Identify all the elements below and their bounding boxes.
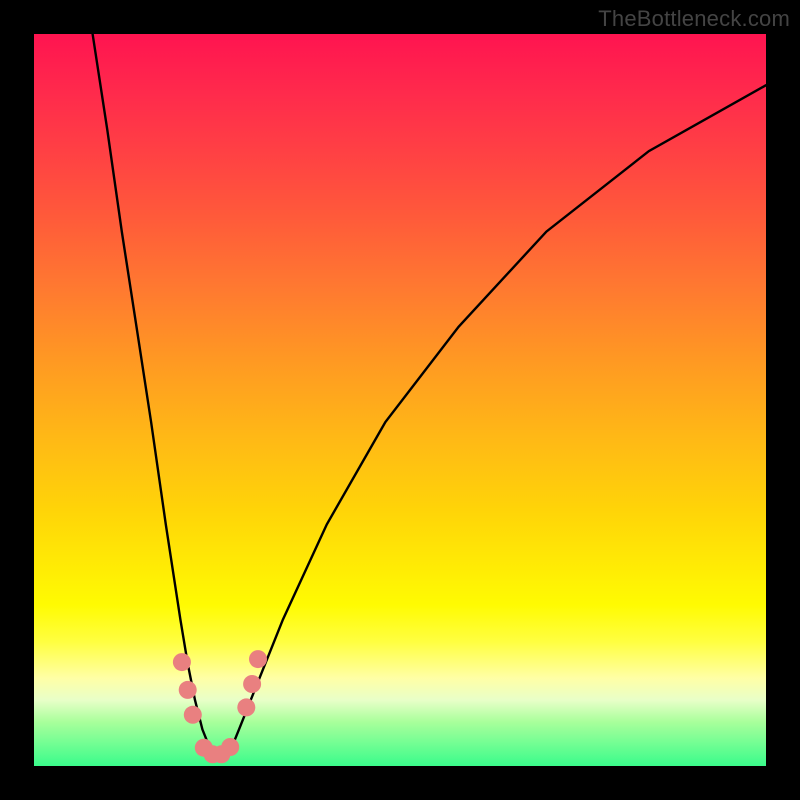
left-marker-2 [179, 681, 197, 699]
plot-area [34, 34, 766, 766]
right-marker-3 [249, 650, 267, 668]
valley-marker-1 [195, 739, 213, 757]
chart-frame: TheBottleneck.com [0, 0, 800, 800]
curve-layer [34, 34, 766, 766]
curve-markers [173, 650, 267, 763]
bottleneck-curve [93, 34, 766, 755]
valley-marker-3 [212, 745, 230, 763]
left-marker-3 [184, 706, 202, 724]
left-marker-1 [173, 653, 191, 671]
valley-marker-4 [221, 738, 239, 756]
right-marker-2 [243, 675, 261, 693]
right-marker-1 [237, 698, 255, 716]
attribution-label: TheBottleneck.com [598, 6, 790, 32]
valley-marker-2 [204, 745, 222, 763]
